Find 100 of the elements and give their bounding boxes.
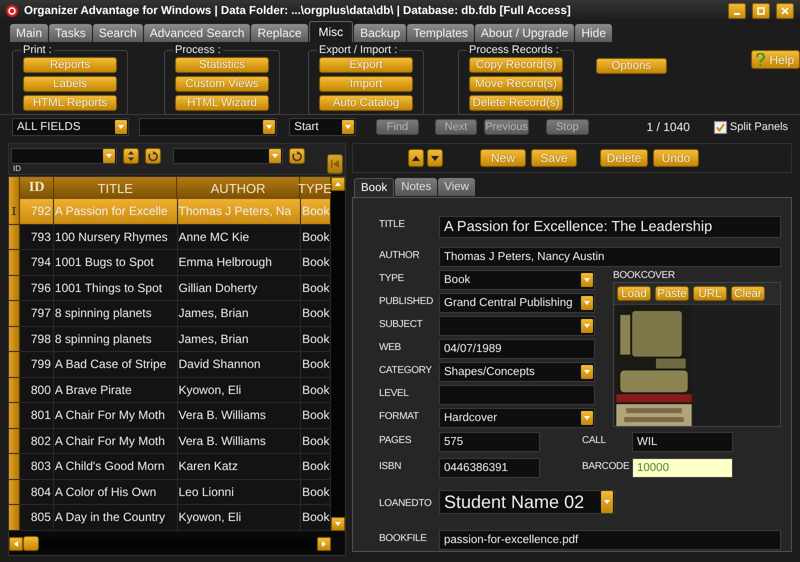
table-cell: James, Brian xyxy=(178,301,302,326)
table-cell: Gillian Doherty xyxy=(178,276,302,300)
table-cell: 805 xyxy=(20,505,54,530)
tab[interactable]: Main xyxy=(10,24,48,42)
text-field[interactable]: passion-for-excellence.pdf xyxy=(439,530,781,550)
table-cell: David Shannon xyxy=(178,352,302,376)
table-cell: A Child's Good Morn xyxy=(54,454,178,478)
field-label: TYPE xyxy=(379,272,405,284)
field-label: LOANEDTO xyxy=(379,497,432,509)
dropdown-field[interactable]: ALL FIELDS xyxy=(12,118,129,136)
field-label: BOOKFILE xyxy=(379,532,428,544)
field-label: CALL xyxy=(582,434,607,446)
table-cell: A Color of His Own xyxy=(54,480,178,504)
dropdown-field[interactable]: Hardcover xyxy=(439,408,595,428)
field-label: SUBJECT xyxy=(379,318,424,330)
table-row[interactable]: 803 A Child's Good Morn Karen Katz Book xyxy=(9,454,331,480)
tab[interactable]: Search xyxy=(92,24,143,42)
dropdown-field[interactable]: Shapes/Concepts xyxy=(439,362,595,382)
dropdown-field[interactable]: Student Name 02 xyxy=(439,490,615,514)
field-label: BARCODE xyxy=(582,460,630,472)
tab[interactable]: Hide xyxy=(575,24,612,42)
tab[interactable]: Advanced Search xyxy=(144,24,250,42)
table-cell: 100 Nursery Rhymes xyxy=(54,224,178,249)
text-field[interactable]: WIL xyxy=(632,432,733,452)
image-button[interactable]: Paste xyxy=(655,286,689,301)
help-button[interactable]: Help xyxy=(750,50,800,69)
table-cell: 798 xyxy=(20,326,54,351)
table-row[interactable]: 801 A Chair For My Moth Vera B. Williams Book xyxy=(9,403,331,428)
tab[interactable]: Tasks xyxy=(49,24,92,42)
table-cell: A Bad Case of Stripe xyxy=(54,352,178,376)
window-title: Organizer Advantage for Windows | Data Folder: ...\orgplus\data\db\ | Database: db.fdb [Full Access] xyxy=(24,5,572,17)
group-title: Process Records : xyxy=(468,44,560,56)
tab[interactable]: Misc xyxy=(308,21,354,42)
tab[interactable]: View xyxy=(438,178,475,196)
text-field[interactable]: 0446386391 xyxy=(439,458,540,478)
table-cell: Emma Helbrough xyxy=(178,250,302,274)
image-button[interactable]: Clear xyxy=(731,286,765,301)
tab[interactable]: Replace xyxy=(251,24,308,42)
field-label: ISBN xyxy=(379,460,402,472)
table-cell: Vera B. Williams xyxy=(178,428,302,453)
field-label: FORMAT xyxy=(379,410,420,422)
toolbar-button[interactable]: Auto Catalog xyxy=(319,95,413,111)
tab[interactable]: Notes xyxy=(395,178,438,196)
table-row[interactable]: 793 100 Nursery Rhymes Anne MC Kie Book xyxy=(9,224,331,250)
record-count: 1 / 1040 xyxy=(646,120,690,134)
table-cell: A Day in the Country xyxy=(54,505,178,530)
table-cell: 801 xyxy=(20,403,54,428)
text-field[interactable]: A Passion for Excellence: The Leadership xyxy=(439,216,781,238)
tab[interactable]: About / Upgrade xyxy=(474,24,574,42)
group-title: Export / Import : xyxy=(318,44,398,56)
tab[interactable]: Book xyxy=(354,178,394,197)
field-label: LEVEL xyxy=(379,387,410,399)
record-button[interactable]: New xyxy=(480,149,526,167)
group-title: Process : xyxy=(174,44,222,56)
table-cell: 793 xyxy=(20,224,54,249)
dropdown-field[interactable]: Start xyxy=(289,118,356,136)
record-button[interactable]: Delete xyxy=(600,149,648,167)
table-row[interactable]: 805 A Day in the Country Kyowon, Eli Book xyxy=(9,505,331,530)
text-field[interactable]: Thomas J Peters, Nancy Austin xyxy=(439,247,781,267)
table-cell: Kyowon, Eli xyxy=(178,505,302,530)
table-cell: 1001 Things to Spot xyxy=(54,276,178,300)
table-cell: Thomas J Peters, Na xyxy=(178,199,302,224)
table-cell: 799 xyxy=(20,352,54,376)
record-button[interactable]: Save xyxy=(531,149,577,167)
text-field[interactable]: 10000 xyxy=(632,458,733,478)
field-label: WEB xyxy=(379,341,402,353)
table-row[interactable]: 804 A Color of His Own Leo Lionni Book xyxy=(9,480,331,505)
table-cell: 797 xyxy=(20,301,54,326)
table-row[interactable]: 794 1001 Bugs to Spot Emma Helbrough Book xyxy=(9,250,331,276)
table-cell: 794 xyxy=(20,250,54,274)
image-button[interactable]: Load xyxy=(617,286,651,301)
table-cell: 804 xyxy=(20,480,54,504)
toolbar-button[interactable]: Copy Record(s) xyxy=(469,57,563,73)
table-cell: 802 xyxy=(20,428,54,453)
table-cell: Karen Katz xyxy=(178,454,302,478)
table-cell: Vera B. Williams xyxy=(178,403,302,428)
group-title: Print : xyxy=(22,44,53,56)
table-cell: 792 xyxy=(20,199,54,224)
sort-label: ID xyxy=(12,164,22,173)
text-field[interactable]: 04/07/1989 xyxy=(439,339,595,359)
field-label: TITLE xyxy=(379,218,406,230)
table-row[interactable]: 802 A Chair For My Moth Vera B. Williams Book xyxy=(9,428,331,454)
table-cell: A Chair For My Moth xyxy=(54,428,178,453)
table-row[interactable]: 800 A Brave Pirate Kyowon, Eli Book xyxy=(9,378,331,403)
table-cell: 796 xyxy=(20,276,54,300)
dropdown-field[interactable]: Book xyxy=(439,270,595,290)
tab[interactable]: Backup xyxy=(354,24,406,42)
tab[interactable]: Templates xyxy=(407,24,474,42)
table-cell: 8 spinning planets xyxy=(54,301,178,326)
table-cell: Kyowon, Eli xyxy=(178,378,302,402)
table-row[interactable]: 798 8 spinning planets James, Brian Book xyxy=(9,326,331,352)
table-cell: James, Brian xyxy=(178,326,302,351)
table-cell: A Chair For My Moth xyxy=(54,403,178,428)
dropdown-field[interactable]: Grand Central Publishing xyxy=(439,293,595,313)
text-field[interactable]: 575 xyxy=(439,432,540,452)
table-row[interactable]: 796 1001 Things to Spot Gillian Doherty Book xyxy=(9,276,331,301)
record-button[interactable]: Undo xyxy=(653,149,699,167)
field-label: PUBLISHED xyxy=(379,295,434,307)
table-row[interactable]: 799 A Bad Case of Stripe David Shannon Book xyxy=(9,352,331,378)
table-row[interactable]: 797 8 spinning planets James, Brian Book xyxy=(9,301,331,326)
